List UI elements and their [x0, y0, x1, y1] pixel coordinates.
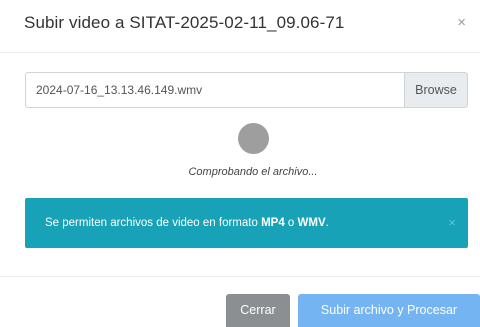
alert-close-icon[interactable]: × — [448, 198, 456, 248]
alert-text-prefix: Se permiten archivos de video en formato — [45, 217, 262, 229]
file-path-field[interactable]: 2024-07-16_13.13.46.149.wmv — [25, 72, 404, 108]
status-text: Comprobando el archivo... — [188, 166, 318, 178]
footer-divider — [0, 276, 480, 277]
format-info-alert: Se permiten archivos de video en formato… — [25, 198, 468, 248]
upload-video-modal: Subir video a SITAT-2025-02-11_09.06-71 … — [0, 0, 480, 327]
modal-header: Subir video a SITAT-2025-02-11_09.06-71 … — [0, 0, 480, 53]
close-icon[interactable]: × — [457, 15, 466, 30]
cancel-button[interactable]: Cerrar — [226, 294, 290, 327]
modal-title: Subir video a SITAT-2025-02-11_09.06-71 — [24, 13, 345, 32]
alert-format-mp4: MP4 — [261, 217, 285, 229]
loading-spinner-icon — [238, 123, 269, 154]
alert-text-joiner: o — [284, 217, 298, 229]
alert-text-suffix: . — [325, 217, 329, 229]
browse-button[interactable]: Browse — [404, 72, 468, 108]
submit-upload-button[interactable]: Subir archivo y Procesar — [298, 294, 480, 327]
file-input-group: 2024-07-16_13.13.46.149.wmv Browse — [25, 72, 468, 108]
alert-format-wmv: WMV — [297, 217, 326, 229]
